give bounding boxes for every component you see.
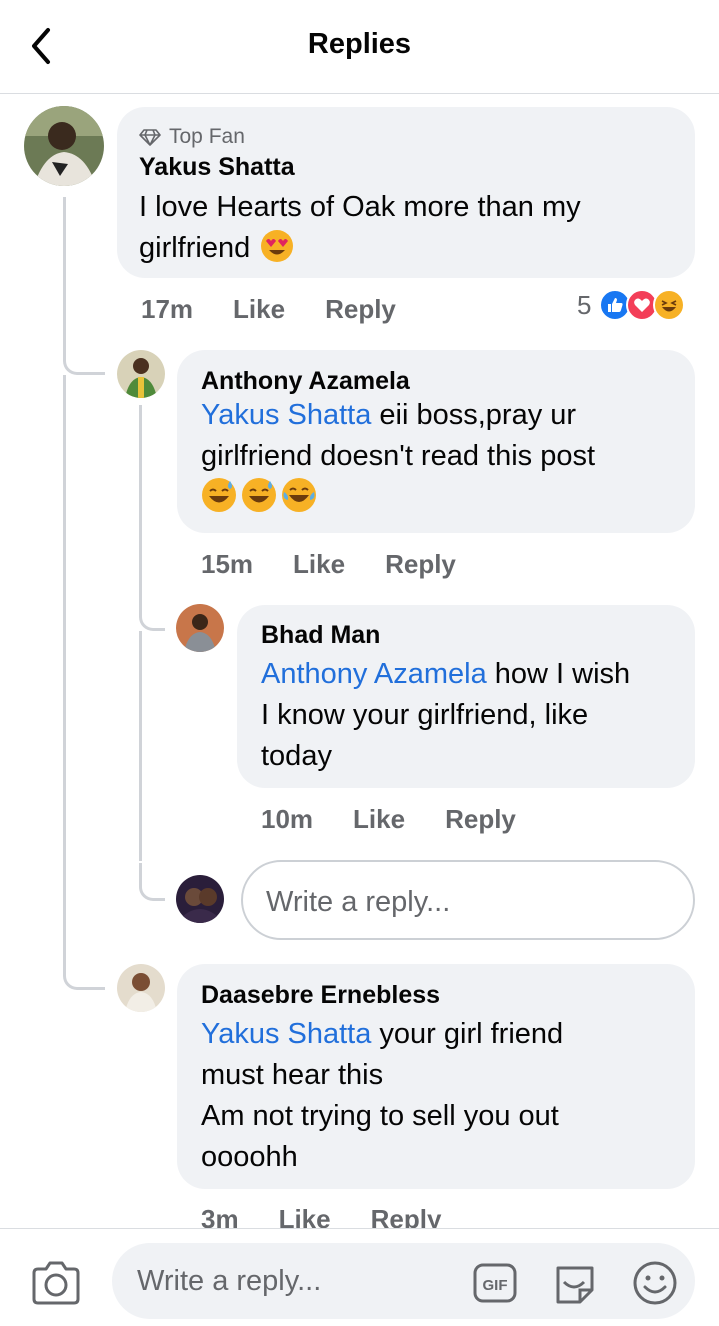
comment-bubble[interactable]: Top Fan Yakus Shatta I love Hearts of Oa… <box>117 107 695 278</box>
page-title: Replies <box>307 28 412 60</box>
thread-line <box>139 631 142 861</box>
comment-author[interactable]: Bhad Man <box>261 621 380 650</box>
avatar[interactable] <box>176 604 224 652</box>
like-button[interactable]: Like <box>279 1204 331 1228</box>
comment-meta: 3m Like Reply <box>201 1204 481 1228</box>
comment-text-content: today <box>261 740 332 772</box>
comment-text-content: I know your girlfriend, like <box>261 699 589 731</box>
avatar-photo-icon <box>117 350 165 398</box>
comment-author[interactable]: Yakus Shatta <box>139 153 295 182</box>
comment-author[interactable]: Daasebre Ernebless <box>201 981 440 1010</box>
reply-input[interactable]: Write a reply... <box>241 860 695 940</box>
comment-text-content: how I wish <box>494 658 631 690</box>
composer-input[interactable]: Write a reply... GIF <box>112 1243 695 1319</box>
heart-eyes-emoji <box>261 230 294 262</box>
comment-bubble[interactable]: Daasebre Ernebless Yakus Shatta your gir… <box>177 964 695 1189</box>
thread-connector <box>139 863 165 901</box>
avatar-photo-icon <box>117 964 165 1012</box>
comment-meta: 10m Like Reply <box>261 804 556 835</box>
avatar[interactable] <box>117 964 165 1012</box>
reply-button[interactable]: Reply <box>445 804 516 835</box>
avatar-photo-icon <box>176 604 224 652</box>
sticker-icon <box>556 1266 594 1304</box>
avatar[interactable] <box>117 350 165 398</box>
comment-author[interactable]: Anthony Azamela <box>201 367 410 396</box>
composer-placeholder: Write a reply... <box>137 1265 322 1297</box>
gif-button[interactable]: GIF <box>472 1260 518 1306</box>
camera-icon <box>32 1261 80 1305</box>
like-button[interactable]: Like <box>293 549 345 580</box>
comment-time: 15m <box>201 549 254 579</box>
badge-label: Top Fan <box>169 125 245 148</box>
thread-connector <box>139 595 165 631</box>
comment-text: Anthony Azamela how I wish I know your g… <box>261 654 686 777</box>
sticker-button[interactable] <box>552 1260 598 1306</box>
tears-of-joy-emoji <box>282 478 316 512</box>
comment-time: 17m <box>141 294 194 324</box>
haha-icon <box>653 289 686 321</box>
thread-connector <box>63 950 105 990</box>
avatar-photo-icon <box>24 106 104 186</box>
avatar[interactable] <box>24 106 104 186</box>
comment-text-content: I love Hearts of Oak more than my girlfr… <box>139 191 581 264</box>
reply-input-placeholder: Write a reply... <box>266 886 451 918</box>
thread-line <box>63 197 66 347</box>
top-fan-badge: Top Fan <box>139 125 245 149</box>
gif-icon: GIF <box>473 1263 517 1303</box>
like-button[interactable]: Like <box>233 294 285 325</box>
comment-bubble[interactable]: Bhad Man Anthony Azamela how I wish I kn… <box>237 605 695 788</box>
thread-line <box>139 405 142 615</box>
comment-text-content: must hear this <box>201 1059 384 1091</box>
thread-line <box>63 375 66 975</box>
diamond-icon <box>139 129 161 146</box>
like-button[interactable]: Like <box>353 804 405 835</box>
reaction-count: 5 <box>577 289 592 320</box>
sweat-smile-emoji <box>242 478 276 512</box>
comment-text: Yakus Shatta your girl friend must hear … <box>201 1014 681 1178</box>
thread-connector <box>63 335 105 375</box>
current-user-avatar-icon <box>176 875 224 923</box>
comment-meta: 15m Like Reply <box>201 549 496 580</box>
mention-link[interactable]: Yakus Shatta <box>201 1018 371 1050</box>
mention-link[interactable]: Anthony Azamela <box>261 658 487 690</box>
comment-text-content: your girl friend <box>379 1018 564 1050</box>
header: Replies <box>0 0 719 94</box>
reply-composer: Write a reply... GIF <box>0 1228 719 1326</box>
avatar[interactable] <box>176 875 224 923</box>
comment-time: 3m <box>201 1204 239 1228</box>
comment-text: Yakus Shatta eii boss,pray ur girlfriend… <box>201 395 681 513</box>
emoji-row <box>201 477 681 513</box>
emoji-button[interactable] <box>632 1260 678 1306</box>
reaction-summary[interactable]: 5 <box>577 289 686 321</box>
svg-text:GIF: GIF <box>483 1277 508 1294</box>
comment-bubble[interactable]: Anthony Azamela Yakus Shatta eii boss,pr… <box>177 350 695 533</box>
reply-thread[interactable]: Top Fan Yakus Shatta I love Hearts of Oa… <box>0 95 719 1228</box>
reply-button[interactable]: Reply <box>371 1204 442 1228</box>
comment-meta: 17m Like Reply <box>141 294 436 325</box>
reply-button[interactable]: Reply <box>385 549 456 580</box>
reply-button[interactable]: Reply <box>325 294 396 325</box>
emoji-icon <box>633 1261 677 1305</box>
mention-link[interactable]: Yakus Shatta <box>201 399 371 431</box>
comment-time: 10m <box>261 804 314 834</box>
comment-text-content: oooohh <box>201 1141 298 1173</box>
sweat-smile-emoji <box>202 478 236 512</box>
camera-button[interactable] <box>30 1259 82 1307</box>
comment-text-content: Am not trying to sell you out <box>201 1100 559 1132</box>
comment-text: I love Hearts of Oak more than my girlfr… <box>139 187 679 269</box>
